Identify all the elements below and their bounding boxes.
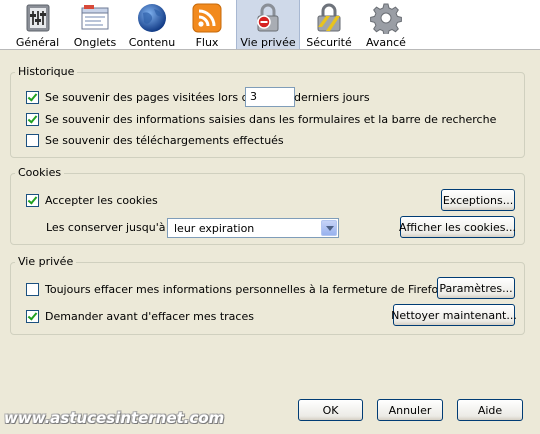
tab-general[interactable]: Général bbox=[10, 0, 65, 49]
cancel-button[interactable]: Annuler bbox=[377, 399, 443, 421]
tab-avance[interactable]: Avancé bbox=[362, 0, 410, 49]
ask-before-clear-label: Demander avant d'effacer mes traces bbox=[45, 310, 254, 323]
remember-downloads-label: Se souvenir des téléchargements effectué… bbox=[45, 134, 284, 147]
always-clear-label: Toujours effacer mes informations person… bbox=[45, 283, 445, 296]
tabs-icon bbox=[79, 2, 111, 34]
remember-pages-option[interactable]: Se souvenir des pages visitées lors des bbox=[26, 91, 261, 104]
remember-downloads-option[interactable]: Se souvenir des téléchargements effectué… bbox=[26, 134, 284, 147]
tab-contenu[interactable]: Contenu bbox=[124, 0, 180, 49]
history-title: Historique bbox=[15, 65, 78, 78]
help-button[interactable]: Aide bbox=[457, 399, 523, 421]
tab-onglets[interactable]: Onglets bbox=[68, 0, 122, 49]
tab-vie-privee[interactable]: Vie privée bbox=[236, 0, 300, 49]
remember-downloads-checkbox[interactable] bbox=[26, 134, 39, 147]
private-data-title: Vie privée bbox=[15, 255, 77, 268]
always-clear-option[interactable]: Toujours effacer mes informations person… bbox=[26, 283, 444, 296]
tab-label: Général bbox=[15, 36, 60, 49]
tab-flux[interactable]: Flux bbox=[184, 0, 230, 49]
tab-label: Onglets bbox=[73, 36, 117, 49]
keep-until-select[interactable]: leur expiration bbox=[167, 218, 339, 238]
tab-label: Vie privée bbox=[240, 36, 296, 49]
remember-forms-option[interactable]: Se souvenir des informations saisies dan… bbox=[26, 113, 496, 126]
remember-pages-checkbox[interactable] bbox=[26, 91, 39, 104]
preferences-toolbar: Général Onglets Contenu Flux Vie privée … bbox=[0, 0, 540, 50]
history-days-input[interactable]: 3 bbox=[245, 87, 295, 107]
remember-forms-label: Se souvenir des informations saisies dan… bbox=[45, 113, 497, 126]
tab-label: Flux bbox=[195, 36, 219, 49]
rss-feed-icon bbox=[191, 2, 223, 34]
private-data-group: Vie privée Toujours effacer mes informat… bbox=[10, 255, 525, 335]
advanced-gear-icon bbox=[370, 2, 402, 34]
ask-before-clear-option[interactable]: Demander avant d'effacer mes traces bbox=[26, 310, 254, 323]
cookies-group: Cookies Accepter les cookies Exceptions.… bbox=[10, 166, 525, 245]
security-lock-icon bbox=[313, 2, 345, 34]
history-group: Historique Se souvenir des pages visitée… bbox=[10, 65, 525, 158]
ask-before-clear-checkbox[interactable] bbox=[26, 310, 39, 323]
tab-label: Sécurité bbox=[306, 36, 352, 49]
tab-securite[interactable]: Sécurité bbox=[304, 0, 354, 49]
remember-forms-checkbox[interactable] bbox=[26, 113, 39, 126]
content-globe-icon bbox=[136, 2, 168, 34]
accept-cookies-checkbox[interactable] bbox=[26, 194, 39, 207]
clear-now-button[interactable]: Nettoyer maintenant... bbox=[391, 304, 517, 326]
days-suffix-label: derniers jours bbox=[294, 91, 370, 104]
exceptions-button[interactable]: Exceptions... bbox=[441, 189, 515, 211]
show-cookies-button[interactable]: Afficher les cookies... bbox=[399, 216, 516, 238]
general-icon bbox=[22, 2, 54, 34]
privacy-mask-icon bbox=[252, 2, 284, 34]
always-clear-checkbox[interactable] bbox=[26, 283, 39, 296]
settings-button[interactable]: Paramètres... bbox=[437, 277, 515, 299]
accept-cookies-label: Accepter les cookies bbox=[45, 194, 158, 207]
cookies-title: Cookies bbox=[15, 166, 65, 179]
remember-pages-label: Se souvenir des pages visitées lors des bbox=[45, 91, 262, 104]
chevron-down-icon[interactable] bbox=[321, 220, 337, 236]
tab-label: Avancé bbox=[366, 36, 406, 49]
tab-label: Contenu bbox=[128, 36, 176, 49]
ok-button[interactable]: OK bbox=[298, 399, 363, 421]
watermark-text: www.astucesinternet.com bbox=[4, 409, 225, 427]
accept-cookies-option[interactable]: Accepter les cookies bbox=[26, 194, 158, 207]
keep-until-label: Les conserver jusqu'à : bbox=[46, 221, 173, 234]
keep-until-value: leur expiration bbox=[174, 222, 255, 235]
